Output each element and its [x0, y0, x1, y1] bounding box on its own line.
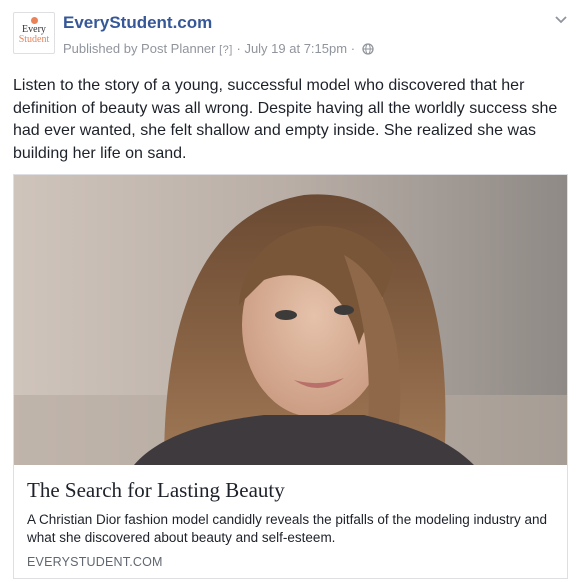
link-description: A Christian Dior fashion model candidly …: [27, 512, 548, 545]
published-by[interactable]: Published by Post Planner: [63, 41, 215, 56]
page-avatar[interactable]: Every Student: [13, 12, 55, 54]
page-name-link[interactable]: EveryStudent.com: [63, 13, 212, 33]
link-domain: EVERYSTUDENT.COM: [27, 555, 163, 569]
logo-text-student: Student: [18, 34, 50, 45]
post-timestamp[interactable]: July 19 at 7:15pm: [244, 41, 347, 56]
link-title[interactable]: The Search for Lasting Beauty: [27, 478, 285, 503]
meta-separator: ·: [236, 41, 241, 56]
post-text: Listen to the story of a young, successf…: [13, 77, 558, 162]
globe-icon[interactable]: [362, 43, 374, 55]
logo-dot: [31, 17, 38, 24]
chevron-down-icon[interactable]: [554, 15, 568, 25]
link-preview-card[interactable]: The Search for Lasting Beauty A Christia…: [13, 174, 568, 579]
link-preview-image[interactable]: [14, 175, 567, 465]
facebook-post: Every Student EveryStudent.com Published…: [0, 0, 580, 582]
link-preview-text[interactable]: The Search for Lasting Beauty A Christia…: [14, 465, 567, 578]
post-meta: Published by Post Planner [?] · July 19 …: [63, 41, 374, 58]
help-marker[interactable]: [?]: [219, 44, 233, 56]
meta-separator: ·: [350, 41, 356, 56]
